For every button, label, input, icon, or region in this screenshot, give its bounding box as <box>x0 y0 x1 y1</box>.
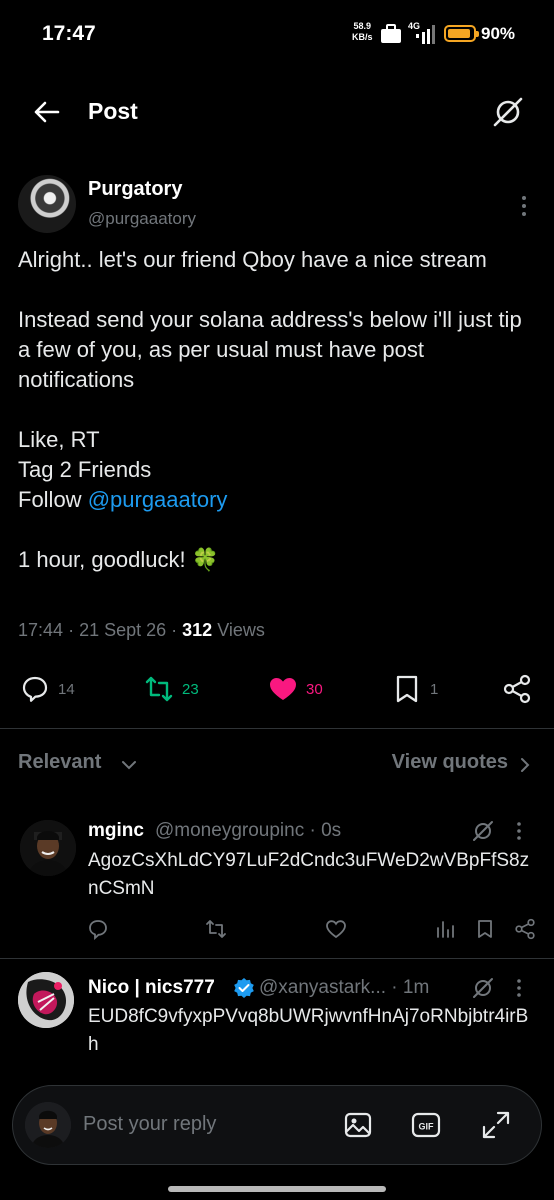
reply-input[interactable]: Post your reply <box>83 1113 216 1136</box>
reply-author-name[interactable]: Nico | nics777 <box>88 977 215 999</box>
grok-icon[interactable] <box>472 820 494 842</box>
reply-time: · 1m <box>391 977 430 998</box>
mention-link[interactable]: @purgaaatory <box>88 487 228 512</box>
status-time: 17:47 <box>42 22 96 45</box>
expand-icon[interactable] <box>481 1110 511 1140</box>
sort-replies-dropdown[interactable]: Relevant <box>18 751 101 774</box>
post-body: Alright.. let's our friend Qboy have a n… <box>18 245 538 575</box>
avatar-image <box>18 972 74 1028</box>
status-bar: 17:47 58.9 KB/s 4G 90% <box>0 0 554 68</box>
top-bar: Post <box>0 90 554 134</box>
reply-count: 14 <box>58 680 75 698</box>
reply-button[interactable]: 14 <box>20 674 75 704</box>
reply-handle-text[interactable]: @xanyastark... <box>259 977 386 998</box>
network-speed-value: 58.9 <box>353 21 372 31</box>
repost-count: 23 <box>182 680 199 698</box>
reply-text: EUD8fC9vfyxpPVvq8bUWRjwvnfHnAj7oRNbjbtr4… <box>88 1006 529 1055</box>
reply-icon <box>22 676 48 702</box>
repost-button[interactable]: 23 <box>144 674 199 704</box>
post-meta: 17:44 · 21 Sept 26 · 312 Views <box>18 620 265 640</box>
reply-composer[interactable]: Post your reply GIF <box>12 1085 542 1165</box>
share-icon[interactable] <box>514 918 536 940</box>
battery-percent: 90% <box>481 24 516 43</box>
battery-icon <box>444 25 479 42</box>
reply-author-handle: @moneygroupinc · 0s <box>155 820 341 842</box>
post-line: Alright.. let's our friend Qboy have a n… <box>18 247 487 272</box>
analytics-icon[interactable] <box>434 918 456 940</box>
post-line: Like, RT <box>18 427 100 452</box>
avatar-image <box>20 820 76 876</box>
network-speed-unit: KB/s <box>352 32 373 42</box>
post-action-bar: 14 23 30 1 <box>0 670 554 710</box>
reply-author-name[interactable]: mginc <box>88 820 144 842</box>
image-icon[interactable] <box>343 1110 373 1140</box>
avatar-image <box>25 1102 71 1148</box>
briefcase-icon <box>381 24 401 43</box>
signal-icon <box>416 25 435 44</box>
more-options-icon[interactable] <box>514 977 524 999</box>
verified-badge-icon <box>234 978 254 998</box>
like-count: 30 <box>306 680 323 698</box>
reply-time: · 0s <box>309 820 342 841</box>
author-avatar[interactable] <box>18 175 76 233</box>
grok-icon[interactable] <box>472 977 494 999</box>
bookmark-button[interactable]: 1 <box>392 674 438 704</box>
post-line: 1 hour, goodluck! 🍀 <box>18 547 220 572</box>
share-button[interactable] <box>502 674 532 704</box>
bookmark-count: 1 <box>430 680 439 698</box>
more-options-icon[interactable] <box>519 194 529 218</box>
page-title: Post <box>88 98 138 124</box>
share-icon <box>503 674 531 704</box>
network-speed: 58.9 KB/s <box>352 21 373 43</box>
post-line: Follow <box>18 487 88 512</box>
repost-icon <box>145 676 173 702</box>
my-avatar <box>25 1102 71 1148</box>
heart-icon[interactable] <box>325 918 347 940</box>
reply-text: AgozCsXhLdCY97LuF2dCndc3uFWeD2wVBpFfS8zn… <box>88 850 530 899</box>
back-arrow-icon[interactable] <box>32 98 60 126</box>
author-name[interactable]: Purgatory <box>88 178 182 201</box>
divider <box>0 728 554 729</box>
more-options-icon[interactable] <box>514 820 524 842</box>
bookmark-icon <box>396 675 418 703</box>
author-handle[interactable]: @purgaaatory <box>88 209 196 229</box>
views-count: 312 <box>182 620 213 640</box>
post-date: 21 Sept 26 <box>79 620 167 640</box>
grok-icon[interactable] <box>492 96 524 128</box>
view-quotes-link[interactable]: View quotes <box>392 751 508 774</box>
reply-handle-text[interactable]: @moneygroupinc <box>155 820 304 841</box>
chevron-down-icon[interactable] <box>120 754 138 776</box>
like-button[interactable]: 30 <box>268 674 323 704</box>
repost-icon[interactable] <box>205 918 227 940</box>
reply-author-handle: @xanyastark... · 1m <box>259 977 429 999</box>
heart-icon <box>270 678 296 700</box>
reply-avatar[interactable] <box>20 820 76 876</box>
divider <box>0 958 554 959</box>
post-line: Tag 2 Friends <box>18 457 152 482</box>
reply-avatar[interactable] <box>18 972 74 1028</box>
svg-text:GIF: GIF <box>419 1122 435 1132</box>
home-indicator[interactable] <box>168 1186 386 1192</box>
post-time: 17:44 <box>18 620 64 640</box>
post-line: Instead send your solana address's below… <box>18 307 522 392</box>
reply-icon[interactable] <box>87 918 109 940</box>
post-line-follow: Follow @purgaaatory <box>18 485 538 515</box>
chevron-right-icon[interactable] <box>516 754 534 776</box>
views-label: Views <box>217 620 265 640</box>
bookmark-icon[interactable] <box>474 918 496 940</box>
gif-icon[interactable]: GIF <box>411 1110 441 1140</box>
